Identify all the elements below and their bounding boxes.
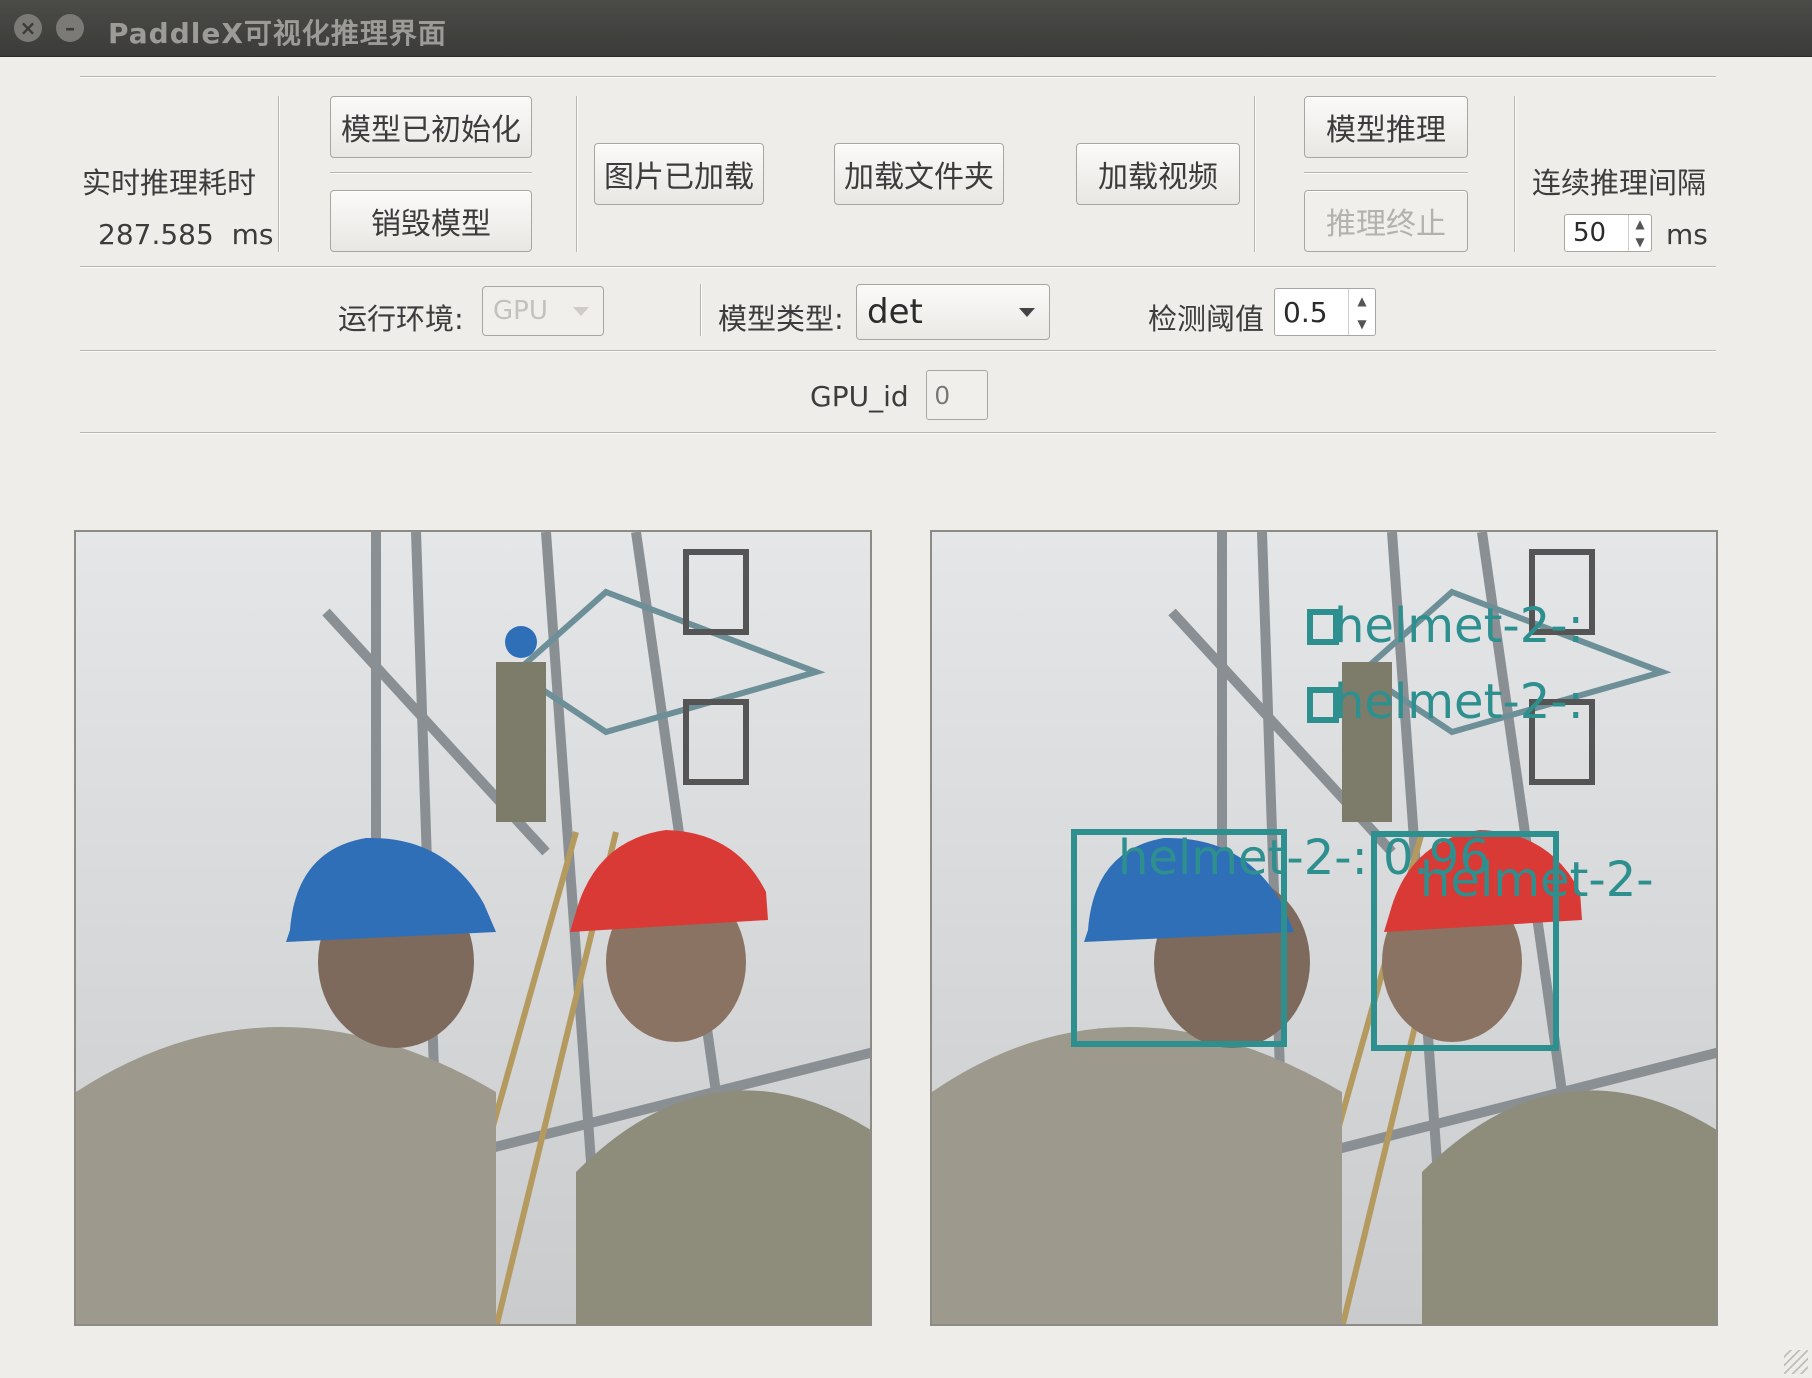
threshold-spinbox[interactable]: 0.5 ▲ ▼ [1274, 288, 1376, 336]
separator-mid [80, 266, 1716, 268]
chevron-down-icon [573, 307, 589, 316]
separator-v1 [278, 96, 280, 252]
model-init-button[interactable]: 模型已初始化 [330, 96, 532, 158]
app-window: × – PaddleX可视化推理界面 实时推理耗时 287.585 ms 模型已… [0, 0, 1812, 1378]
timing-value: 287.585 ms [98, 218, 273, 251]
model-infer-button[interactable]: 模型推理 [1304, 96, 1468, 158]
separator-v3 [1254, 96, 1256, 252]
spin-arrows-icon[interactable]: ▲ ▼ [1348, 289, 1375, 335]
timing-label: 实时推理耗时 [82, 166, 257, 200]
separator-v5 [700, 284, 702, 336]
timing-unit: ms [231, 218, 274, 251]
interval-label: 连续推理间隔 [1532, 166, 1707, 200]
separator-gpu-bottom [80, 432, 1716, 434]
original-image [76, 532, 870, 1324]
resize-grip-icon[interactable] [1784, 1350, 1808, 1374]
interval-unit: ms [1666, 218, 1708, 251]
gpu-label: GPU_id [810, 380, 909, 413]
detection-label: helmet-2-: [1334, 598, 1584, 654]
threshold-label: 检测阈值 [1148, 302, 1265, 336]
env-value: GPU [493, 296, 548, 326]
model-type-select[interactable]: det [856, 284, 1050, 340]
separator-v2 [576, 96, 578, 252]
detection-label: helmet-2-: [1334, 674, 1584, 730]
detection-label: helmet-2- [1420, 852, 1654, 908]
load-video-button[interactable]: 加载视频 [1076, 143, 1240, 205]
interval-value: 50 [1573, 218, 1607, 248]
window-title: PaddleX可视化推理界面 [108, 17, 447, 50]
image-loaded-button[interactable]: 图片已加载 [594, 143, 764, 205]
minimize-icon[interactable]: – [56, 14, 84, 42]
timing-number: 287.585 [98, 218, 214, 251]
model-type-value: det [867, 292, 923, 332]
env-label: 运行环境: [338, 302, 464, 336]
separator-model [330, 172, 532, 174]
separator-v4 [1514, 96, 1516, 252]
close-icon[interactable]: × [14, 14, 42, 42]
infer-stop-button[interactable]: 推理终止 [1304, 190, 1468, 252]
separator-infer [1304, 172, 1468, 174]
result-image-panel: helmet-2-: helmet-2-: helmet-2-: 0.96 he… [930, 530, 1718, 1326]
spin-arrows-icon[interactable]: ▲ ▼ [1628, 215, 1651, 251]
separator-top [80, 76, 1716, 78]
load-folder-button[interactable]: 加载文件夹 [834, 143, 1004, 205]
separator-gpu-top [80, 350, 1716, 352]
original-image-panel [74, 530, 872, 1326]
title-bar: × – PaddleX可视化推理界面 [0, 0, 1812, 57]
gpu-id-input[interactable] [926, 370, 988, 420]
model-type-label: 模型类型: [718, 302, 844, 336]
env-select[interactable]: GPU [482, 286, 604, 336]
result-image [932, 532, 1716, 1324]
interval-spinbox[interactable]: 50 ▲ ▼ [1564, 214, 1652, 252]
destroy-model-button[interactable]: 销毁模型 [330, 190, 532, 252]
threshold-value: 0.5 [1283, 295, 1328, 329]
chevron-down-icon [1019, 308, 1035, 317]
